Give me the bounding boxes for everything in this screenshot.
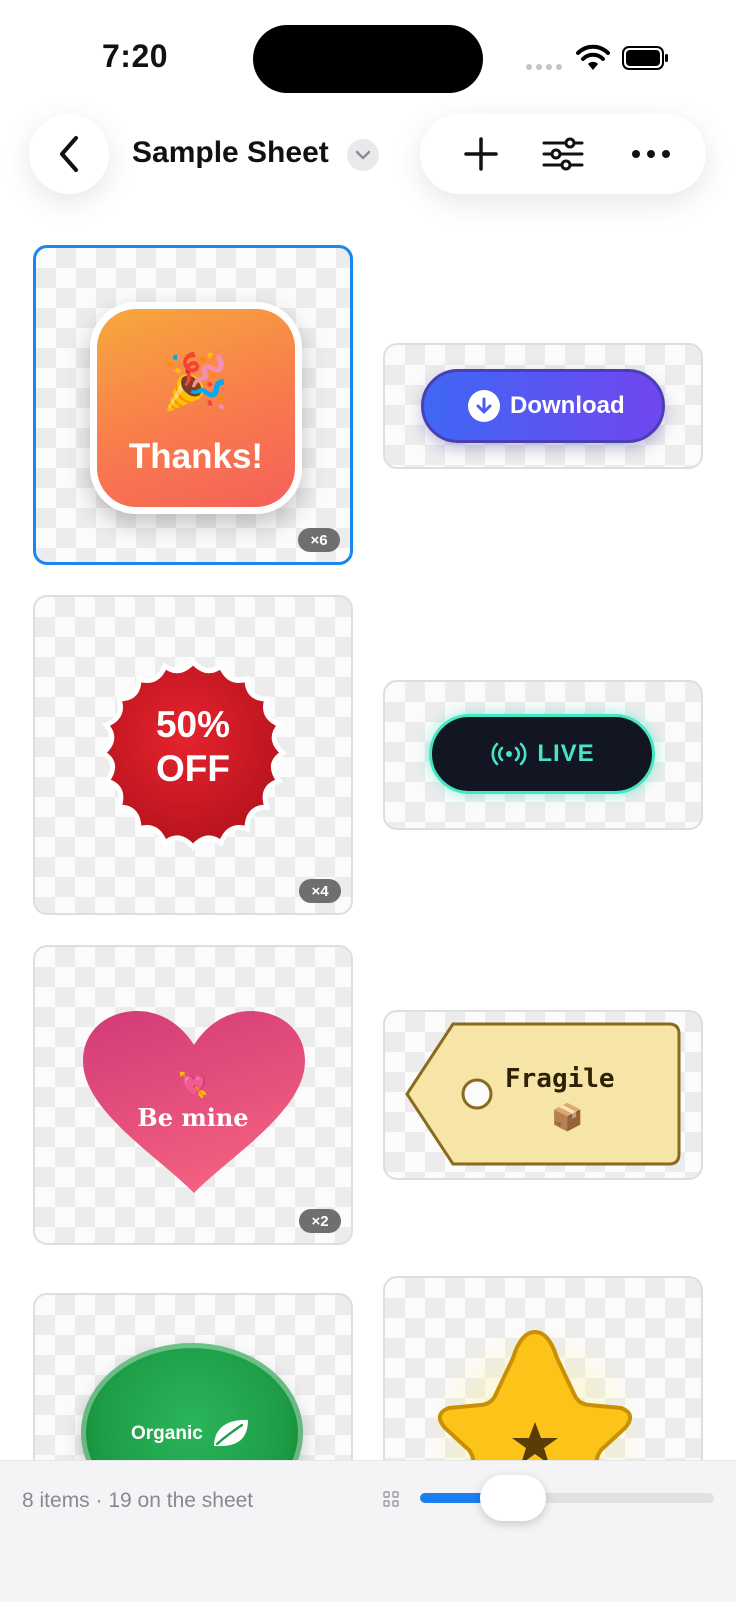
cupid-heart-icon: 💘 xyxy=(178,1072,208,1099)
sticker-label: Be mine xyxy=(137,1103,249,1132)
adjust-button[interactable] xyxy=(528,114,598,194)
sale-label: 50% OFF xyxy=(155,704,231,789)
sticker-label: Fragile xyxy=(505,1064,615,1094)
plus-icon xyxy=(464,137,498,171)
sliders-icon xyxy=(542,137,584,171)
sticker-card-fragile[interactable]: Fragile 📦 xyxy=(383,1010,703,1180)
more-button[interactable] xyxy=(616,114,686,194)
chevron-down-icon xyxy=(355,150,371,160)
sticker-label: Download xyxy=(510,392,625,419)
live-sticker: LIVE xyxy=(429,714,655,794)
organic-sticker: Organic xyxy=(81,1343,303,1471)
wifi-icon xyxy=(576,44,610,70)
sticker-card-thanks[interactable]: 🎉 Thanks! ×6 xyxy=(33,245,353,565)
chevron-left-icon xyxy=(60,136,78,172)
broadcast-icon xyxy=(491,742,527,766)
leaf-icon xyxy=(214,1419,248,1446)
dynamic-island xyxy=(253,25,483,93)
party-popper-icon: 🎉 xyxy=(162,352,230,412)
battery-icon xyxy=(622,46,668,70)
tag-icon xyxy=(405,1022,681,1166)
grid-small-icon xyxy=(383,1491,399,1507)
thanks-sticker: 🎉 Thanks! xyxy=(90,302,302,514)
toolbar-actions xyxy=(420,114,706,194)
count-badge: ×6 xyxy=(298,528,340,552)
heart-icon xyxy=(83,1011,305,1193)
cellular-signal-icon xyxy=(526,64,562,70)
sticker-label: LIVE xyxy=(537,740,595,767)
more-icon xyxy=(632,150,670,158)
count-badge: ×2 xyxy=(299,1209,341,1233)
sticker-label: Thanks! xyxy=(128,437,264,476)
sticker-label: Organic xyxy=(131,1423,203,1444)
sticker-card-live[interactable]: LIVE xyxy=(383,680,703,830)
sheet-menu-button[interactable] xyxy=(347,139,379,171)
bottom-bar: 8 items · 19 on the sheet xyxy=(0,1460,736,1602)
sticker-card-sale[interactable]: 50% OFF ×4 xyxy=(33,595,353,915)
size-slider[interactable] xyxy=(420,1475,714,1521)
package-icon: 📦 xyxy=(551,1102,584,1132)
sticker-card-download[interactable]: Download xyxy=(383,343,703,469)
sticker-card-heart[interactable]: 💘 Be mine ×2 xyxy=(33,945,353,1245)
add-button[interactable] xyxy=(446,114,516,194)
arrow-down-circle-icon xyxy=(468,390,500,422)
slider-thumb[interactable] xyxy=(479,1475,546,1521)
star-icon xyxy=(425,1328,645,1474)
download-sticker: Download xyxy=(421,369,665,443)
items-summary: 8 items · 19 on the sheet xyxy=(22,1489,254,1512)
count-badge: ×4 xyxy=(299,879,341,903)
sticker-card-star[interactable] xyxy=(383,1276,703,1476)
status-time: 7:20 xyxy=(102,38,169,74)
back-button[interactable] xyxy=(29,114,109,194)
sheet-title[interactable]: Sample Sheet xyxy=(132,136,329,170)
sticker-card-organic[interactable]: Organic xyxy=(33,1293,353,1473)
